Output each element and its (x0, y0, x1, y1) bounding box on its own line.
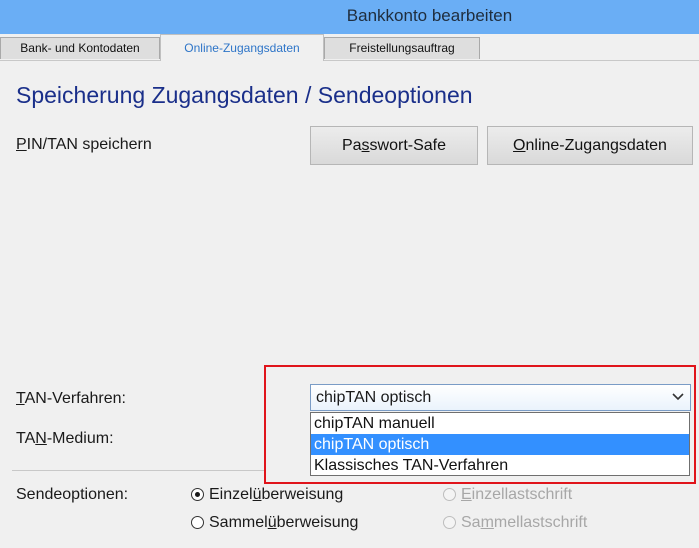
sammelueberweisung-radio[interactable] (191, 516, 204, 529)
tan-medium-label: TAN-Medium: (16, 430, 114, 447)
section-heading: Speicherung Zugangsdaten / Sendeoptionen (16, 82, 473, 108)
tab-online-zugangsdaten[interactable]: Online-Zugangsdaten (160, 34, 324, 61)
tab-strip: Bank- und Kontodaten Online-Zugangsdaten… (0, 34, 699, 61)
window-title: Bankkonto bearbeiten (346, 6, 513, 25)
online-zugangsdaten-button[interactable]: Online-Zugangsdaten (487, 126, 693, 165)
sammellastschrift-label: Sammellastschrift (461, 514, 588, 531)
title-bar: Bankkonto bearbeiten (0, 0, 699, 34)
pin-tan-label: PIN/TAN speichern (16, 136, 152, 153)
einzellastschrift-radio (443, 488, 456, 501)
tan-verfahren-label: TAN-Verfahren: (16, 390, 126, 407)
highlight-annotation-box (264, 365, 696, 484)
tab-bank-und-kontodaten[interactable]: Bank- und Kontodaten (0, 37, 160, 59)
einzelueberweisung-radio[interactable] (191, 488, 204, 501)
tab-freistellungsauftrag[interactable]: Freistellungsauftrag (324, 37, 480, 59)
sammelueberweisung-label[interactable]: Sammelüberweisung (209, 514, 358, 532)
separator-line (12, 470, 264, 471)
einzelueberweisung-label[interactable]: Einzelüberweisung (209, 486, 343, 504)
sammellastschrift-radio (443, 516, 456, 529)
einzellastschrift-label: Einzellastschrift (461, 486, 573, 503)
passwort-safe-button[interactable]: Passwort-Safe (310, 126, 478, 165)
sendeoptionen-label: Sendeoptionen: (16, 486, 129, 503)
